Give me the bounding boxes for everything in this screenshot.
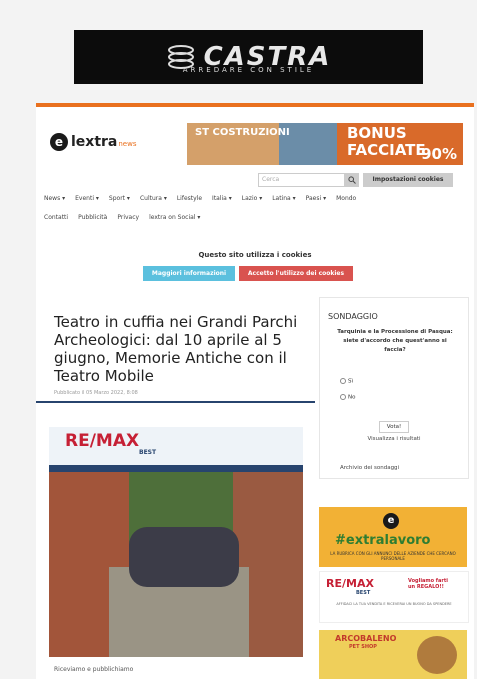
- nav-item-7[interactable]: Latina ▾: [272, 195, 295, 202]
- lextra-logo[interactable]: e lextra news: [50, 133, 137, 151]
- poll-option-yes[interactable]: Sì: [340, 378, 353, 385]
- poll-vote-button[interactable]: Vota!: [379, 421, 409, 433]
- nav-row-secondary: Contatti Pubblicità Privacy lextra on Socia…: [44, 214, 468, 221]
- radio-yes[interactable]: [340, 378, 346, 384]
- nav-row-primary: News ▾ Eventi ▾ Sport ▾ Cultura ▾ Lifestyle I…: [44, 195, 468, 202]
- cookie-accept-button[interactable]: Accetto l'utilizzo dei cookies: [239, 266, 353, 281]
- lextra-e-icon: e: [50, 133, 68, 151]
- nav-item-secondary-0[interactable]: Contatti: [44, 214, 68, 221]
- nav-item-4[interactable]: Lifestyle: [177, 195, 202, 202]
- article-photo[interactable]: RE/MAX BEST: [49, 427, 303, 657]
- dog-image: [417, 636, 457, 674]
- photo-crowd: [129, 527, 239, 587]
- cookie-notice: Questo sito utilizza i cookies: [198, 251, 312, 259]
- title-divider: [36, 401, 315, 403]
- search-button[interactable]: [345, 173, 359, 187]
- remax-ad[interactable]: RE/MAX BEST Vogliamo farti un REGALO!! A…: [319, 571, 469, 623]
- poll-option-yes-label: Sì: [348, 378, 354, 385]
- castra-tagline: ARREDARE CON STILE: [182, 66, 315, 74]
- extralavoro-e-icon: e: [383, 513, 399, 529]
- extralavoro-ad[interactable]: e #extralavoro LA RUBRICA CON GLI ANNUNC…: [319, 507, 467, 567]
- castra-ad-banner[interactable]: CASTRA ARREDARE CON STILE: [74, 30, 423, 84]
- nav-item-6[interactable]: Lazio ▾: [242, 195, 262, 202]
- nav-item-secondary-2[interactable]: Privacy: [117, 214, 139, 221]
- article-caption: Riceviamo e pubblichiamo: [54, 666, 134, 673]
- nav-item-0[interactable]: News ▾: [44, 195, 65, 202]
- nav-item-8[interactable]: Paesi ▾: [306, 195, 326, 202]
- pet-shop-title: ARCOBALENO: [335, 634, 397, 643]
- poll-box: SONDAGGIO Tarquinia e la Processione di …: [319, 297, 469, 479]
- pet-shop-subtitle: PET SHOP: [349, 644, 377, 650]
- nav-item-9[interactable]: Mondo: [336, 195, 356, 202]
- poll-archive-link[interactable]: Archivio dei sondaggi: [340, 465, 399, 471]
- page: CASTRA ARREDARE CON STILE e lextra news …: [0, 0, 477, 679]
- radio-no[interactable]: [340, 394, 346, 400]
- photo-navy-bar: [49, 465, 303, 472]
- cookie-settings-button[interactable]: Impostazioni cookies: [363, 173, 453, 187]
- bonus-facciate-ad[interactable]: ST COSTRUZIONI BONUS FACCIATE 90%: [187, 123, 463, 165]
- article: Teatro in cuffia nei Grandi Parchi Arche…: [36, 297, 315, 679]
- pet-shop-ad[interactable]: ARCOBALENO PET SHOP: [319, 630, 467, 679]
- poll-option-no-label: No: [348, 394, 356, 401]
- poll-question: Tarquinia e la Processione di Pasqua: si…: [337, 329, 453, 353]
- lextra-wordmark: lextra: [71, 134, 118, 150]
- poll-results-link[interactable]: Visualizza i risultati: [320, 436, 468, 442]
- remax-offer: Vogliamo farti un REGALO!!: [408, 578, 448, 590]
- extralavoro-hashtag: #extralavoro: [335, 533, 431, 548]
- nav-item-5[interactable]: Italia ▾: [212, 195, 232, 202]
- nav-item-secondary-1[interactable]: Pubblicità: [78, 214, 107, 221]
- nav-item-3[interactable]: Cultura ▾: [140, 195, 167, 202]
- sidebar: SONDAGGIO Tarquinia e la Processione di …: [319, 297, 469, 679]
- nav-item-secondary-3[interactable]: lextra on Social ▾: [149, 214, 200, 221]
- site-container: e lextra news ST COSTRUZIONI BONUS FACCI…: [36, 107, 474, 679]
- nav-item-1[interactable]: Eventi ▾: [75, 195, 99, 202]
- article-date: Pubblicato il 05 Marzo 2022, 8:08: [54, 390, 138, 396]
- search-input[interactable]: Cerca: [258, 173, 345, 187]
- search-icon: [348, 176, 356, 184]
- photo-remax-logo: RE/MAX: [65, 431, 140, 451]
- remax-logo: RE/MAX: [326, 577, 374, 590]
- lextra-news-suffix: news: [118, 140, 137, 148]
- remax-small-text: AFFIDACI LA TUA VENDITA E RICEVERAI UN B…: [336, 602, 452, 606]
- photo-remax-best: BEST: [139, 449, 157, 456]
- extralavoro-subtitle: LA RUBRICA CON GLI ANNUNCI DELLE AZIENDE…: [330, 551, 456, 561]
- article-title[interactable]: Teatro in cuffia nei Grandi Parchi Arche…: [54, 313, 304, 385]
- cookie-more-info-button[interactable]: Maggiori informazioni: [143, 266, 235, 281]
- poll-option-no[interactable]: No: [340, 394, 355, 401]
- main-nav: News ▾ Eventi ▾ Sport ▾ Cultura ▾ Lifestyle I…: [44, 195, 468, 233]
- remax-best: BEST: [356, 590, 371, 596]
- ad-st-costruzioni: ST COSTRUZIONI: [195, 127, 290, 138]
- poll-heading: SONDAGGIO: [328, 312, 378, 321]
- ad-percent: 90%: [421, 145, 457, 163]
- nav-item-2[interactable]: Sport ▾: [109, 195, 130, 202]
